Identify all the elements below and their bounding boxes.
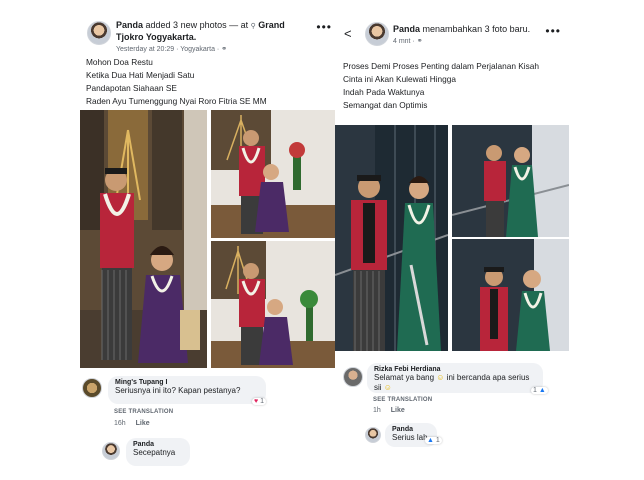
left-post-header: Panda added 3 new photos — at ⚲ Grand Tj… bbox=[80, 14, 338, 56]
caption-line: Proses Demi Proses Penting dalam Perjala… bbox=[343, 61, 539, 71]
commenter-avatar[interactable] bbox=[365, 427, 381, 443]
commenter-name[interactable]: Rizka Febi Herdiana bbox=[374, 366, 536, 373]
author-name[interactable]: Panda bbox=[116, 20, 143, 30]
commenter-name[interactable]: Panda bbox=[392, 426, 430, 433]
like-link[interactable]: Like bbox=[136, 420, 150, 427]
post-timestamp[interactable]: Yesterday at 20:29 · Yogyakarta · ⚭ bbox=[116, 44, 308, 55]
comment-text: Secepatnya bbox=[133, 448, 176, 457]
author-name[interactable]: Panda bbox=[393, 24, 420, 34]
wedding-photo[interactable] bbox=[80, 110, 207, 368]
photo-grid bbox=[80, 110, 338, 370]
right-post-title: Panda menambahkan 3 foto baru. 4 mnt · ⚭ bbox=[393, 24, 543, 47]
post-action: menambahkan 3 foto baru. bbox=[422, 24, 531, 34]
author-avatar[interactable] bbox=[87, 21, 111, 45]
comment-bubble: Rizka Febi Herdiana Selamat ya bang ☺ in… bbox=[367, 363, 543, 393]
comment-bubble: Panda Secepatnya bbox=[126, 438, 190, 466]
wedding-photo[interactable] bbox=[452, 125, 569, 237]
commenter-avatar[interactable] bbox=[102, 442, 120, 460]
comment-actions: 1h Like bbox=[373, 407, 413, 414]
caption-line: Pandapotan Siahaan SE bbox=[86, 83, 177, 93]
comment-time[interactable]: 16h bbox=[114, 420, 126, 427]
caption-line: Ketika Dua Hati Menjadi Satu bbox=[86, 70, 195, 80]
comment-reply: Panda Secepatnya bbox=[80, 436, 338, 470]
caption-line: Mohon Doa Restu bbox=[86, 57, 153, 67]
post-caption: Mohon Doa Restu Ketika Dua Hati Menjadi … bbox=[80, 56, 338, 110]
left-post: Panda added 3 new photos — at ⚲ Grand Tj… bbox=[80, 14, 338, 480]
see-translation-link[interactable]: SEE TRANSLATION bbox=[114, 409, 173, 415]
caption-line: Raden Ayu Tumenggung Nyai Roro Fitria SE… bbox=[86, 96, 267, 106]
see-translation-link[interactable]: SEE TRANSLATION bbox=[373, 397, 432, 403]
like-reaction-icon: ▲ bbox=[538, 387, 546, 394]
comment-actions: 16h Like bbox=[114, 420, 158, 427]
caption-line: Indah Pada Waktunya bbox=[343, 87, 425, 97]
commenter-avatar[interactable] bbox=[82, 378, 102, 398]
caption-line: Cinta ini Akan Kulewati Hingga bbox=[343, 74, 456, 84]
right-post: < Panda menambahkan 3 foto baru. 4 mnt ·… bbox=[335, 14, 569, 480]
left-post-title: Panda added 3 new photos — at ⚲ Grand Tj… bbox=[116, 20, 308, 55]
right-post-header: < Panda menambahkan 3 foto baru. 4 mnt ·… bbox=[335, 14, 569, 56]
wedding-photo[interactable] bbox=[335, 125, 448, 351]
back-arrow-icon[interactable]: < bbox=[344, 26, 352, 41]
commenter-name[interactable]: Ming's Tupang I bbox=[115, 379, 259, 386]
like-reaction-icon: ▲ bbox=[427, 437, 434, 444]
wedding-photo[interactable] bbox=[211, 110, 338, 238]
location-pin-icon: ⚲ bbox=[250, 23, 256, 30]
heart-reaction-icon: ♥ bbox=[254, 398, 259, 405]
author-avatar[interactable] bbox=[365, 22, 389, 46]
caption-line: Semangat dan Optimis bbox=[343, 100, 428, 110]
comment: Ming's Tupang I Seriusnya ini ito? Kapan… bbox=[80, 374, 338, 434]
globe-icon: ⚭ bbox=[416, 38, 423, 45]
wedding-photo[interactable] bbox=[211, 241, 338, 368]
globe-icon: ⚭ bbox=[221, 46, 228, 53]
post-caption: Proses Demi Proses Penting dalam Perjala… bbox=[335, 56, 569, 125]
reaction-count[interactable]: ♥ 1 bbox=[252, 398, 267, 405]
more-options-icon[interactable]: ••• bbox=[316, 20, 332, 34]
comment-text: Selamat ya bang ☺ ini bercanda apa seriu… bbox=[374, 373, 530, 392]
smile-emoji-icon: ☺ bbox=[383, 383, 392, 392]
comment-bubble: Ming's Tupang I Seriusnya ini ito? Kapan… bbox=[108, 376, 266, 404]
post-timestamp[interactable]: 4 mnt · ⚭ bbox=[393, 36, 543, 47]
more-options-icon[interactable]: ••• bbox=[545, 24, 561, 38]
like-link[interactable]: Like bbox=[391, 407, 405, 414]
comment-text: Seriusnya ini ito? Kapan pestanya? bbox=[115, 386, 241, 395]
reaction-count[interactable]: 1 ▲ bbox=[531, 387, 548, 394]
reaction-count[interactable]: ▲ 1 bbox=[425, 437, 442, 444]
post-action: added 3 new photos — at bbox=[145, 20, 249, 30]
comment-reply: Panda Serius lah ▲ 1 bbox=[335, 423, 569, 453]
comment: Rizka Febi Herdiana Selamat ya bang ☺ in… bbox=[335, 363, 569, 419]
smile-emoji-icon: ☺ bbox=[436, 373, 445, 382]
commenter-avatar[interactable] bbox=[343, 367, 363, 387]
commenter-name[interactable]: Panda bbox=[133, 441, 183, 448]
photo-grid bbox=[335, 125, 569, 351]
wedding-photo[interactable] bbox=[452, 239, 569, 351]
comment-time[interactable]: 1h bbox=[373, 407, 381, 414]
